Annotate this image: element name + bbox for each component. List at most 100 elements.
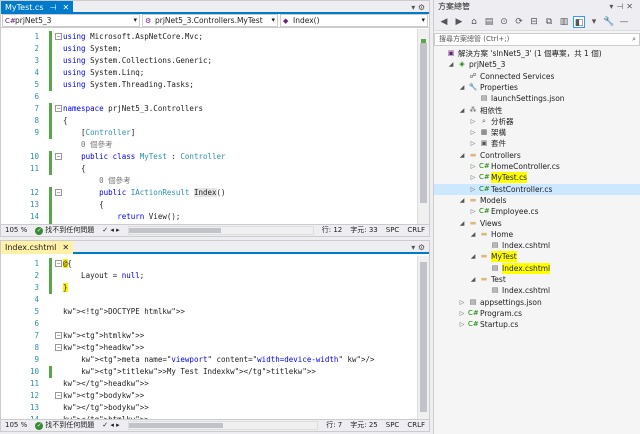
tree-item[interactable]: ☍ Connected Services [434, 71, 640, 82]
pin-icon[interactable]: ⊣ [50, 1, 57, 14]
home-icon[interactable]: ⌂ [468, 16, 480, 28]
project-dropdown[interactable]: C# prjNet5_3 ▾ [2, 14, 140, 27]
tree-item[interactable]: ▤ launchSettings.json [434, 93, 640, 104]
horizontal-scrollbar[interactable] [127, 226, 314, 235]
expand-arrow-icon[interactable]: ◢ [469, 229, 477, 240]
vertical-scrollbar[interactable] [417, 29, 429, 225]
reference-count-lens[interactable]: 0 個參考 [1, 175, 417, 187]
tree-item[interactable]: ▷ C# MyTest.cs [434, 172, 640, 184]
tab-index-cshtml[interactable]: Index.cshtml ✕ [1, 241, 74, 254]
scrollbar-thumb[interactable] [420, 262, 427, 412]
expand-arrow-icon[interactable]: ◢ [458, 195, 466, 206]
scrollbar-thumb[interactable] [128, 228, 221, 233]
tree-item[interactable]: ▤ Index.cshtml [434, 240, 640, 251]
tree-item[interactable]: ◢ ▬ Models [434, 195, 640, 206]
tree-item[interactable]: ▷ C# HomeController.cs [434, 161, 640, 172]
tab-mytest-cs[interactable]: MyTest.cs ⊣ ✕ [1, 1, 74, 14]
tree-item-label: Index.cshtml [502, 286, 551, 296]
solution-search-input[interactable]: 搜尋方案總管 (Ctrl+;) ⌕ [434, 33, 640, 46]
collapsed-arrow-icon[interactable]: ▷ [469, 138, 477, 149]
tree-item[interactable]: ◢ ▬ Home [434, 229, 640, 240]
expand-arrow-icon[interactable]: ◢ [458, 82, 466, 93]
code-text: using Microsoft.AspNetCore.Mvc; [63, 32, 203, 41]
expand-arrow-icon[interactable]: ◢ [458, 150, 466, 161]
expand-arrow-icon[interactable]: ◢ [447, 59, 455, 70]
reference-count-lens[interactable]: 0 個參考 [1, 139, 417, 151]
tree-item[interactable]: ▷ ⌕ 分析器 [434, 116, 640, 127]
settings-icon[interactable]: ▾ ⚙ [411, 241, 425, 254]
collapsed-arrow-icon[interactable]: ▷ [469, 127, 477, 138]
nav-arrows-icon[interactable]: ✓ ◂ ▸ [98, 225, 123, 236]
tree-item[interactable]: ▣ 解決方案 'slnNet5_3' (1 個專案，共 1 個) [434, 48, 640, 59]
tree-item[interactable]: ◢ ⁂ 相依性 [434, 105, 640, 116]
collapse-icon[interactable]: − [55, 260, 62, 267]
tree-item[interactable]: ◢ ▬ MyTest [434, 251, 640, 263]
dropdown-icon[interactable]: ▾ [588, 16, 600, 28]
collapsed-arrow-icon[interactable]: ▷ [469, 161, 477, 172]
expand-arrow-icon[interactable]: ◢ [458, 105, 466, 116]
expand-arrow-icon[interactable]: ◢ [458, 218, 466, 229]
code-area[interactable]: 1− using Microsoft.AspNetCore.Mvc; 2 using … [1, 29, 417, 225]
collapsed-arrow-icon[interactable]: ▷ [458, 308, 466, 319]
scrollbar-thumb[interactable] [420, 43, 427, 203]
code-area[interactable]: 1− @{2 Layout = null; 3} 4 5 kw"><!tg">DOCTYP… [1, 256, 417, 420]
close-icon[interactable]: ✕ [62, 1, 69, 14]
preview-selected-icon[interactable]: ◧ [573, 15, 585, 28]
settings-icon[interactable]: ▾ ⚙ [411, 1, 425, 14]
properties-wrench-icon[interactable]: 🔧 [603, 16, 615, 28]
tree-item[interactable]: ▷ C# Employee.cs [434, 206, 640, 217]
copy-icon[interactable]: ⧉ [543, 16, 555, 28]
vertical-scrollbar[interactable] [417, 256, 429, 420]
collapsed-arrow-icon[interactable]: ▷ [469, 184, 477, 195]
switch-views-icon[interactable]: ▤ [483, 16, 495, 28]
collapse-icon[interactable]: − [55, 392, 62, 399]
tree-item[interactable]: ▷ ▦ 架構 [434, 127, 640, 138]
code-line: 7 − kw"><tg">htmlkw">> [1, 330, 417, 342]
tree-item[interactable]: ▤ Index.cshtml [434, 262, 640, 274]
folder-icon: ▬ [469, 150, 477, 159]
window-controls-icon[interactable]: ▾⊣✕ [609, 0, 636, 13]
expand-arrow-icon[interactable]: ◢ [469, 251, 477, 262]
pin-icon[interactable]: — [618, 16, 630, 28]
scrollbar-thumb[interactable] [128, 423, 223, 428]
expand-arrow-icon[interactable]: ◢ [469, 274, 477, 285]
member-dropdown-value: Index() [293, 16, 320, 25]
class-dropdown[interactable]: ⚙ prjNet5_3.Controllers.MyTest ▾ [142, 14, 278, 27]
tree-item[interactable]: ▷ ▤ appsettings.json [434, 297, 640, 308]
collapse-icon[interactable]: − [55, 344, 62, 351]
collapsed-arrow-icon[interactable]: ▷ [458, 319, 466, 330]
forward-icon[interactable]: ▶ [453, 16, 465, 28]
collapse-icon[interactable]: − [55, 189, 62, 196]
tree-item[interactable]: ▷ C# Program.cs [434, 308, 640, 319]
collapse-icon[interactable]: − [55, 33, 62, 40]
collapse-icon[interactable]: − [55, 332, 62, 339]
tree-item[interactable]: ◢ ▬ Views [434, 218, 640, 229]
collapsed-arrow-icon[interactable]: ▷ [469, 172, 477, 183]
tree-item[interactable]: ▤ Index.cshtml [434, 285, 640, 296]
tree-item[interactable]: ▷ C# TestController.cs [434, 183, 640, 195]
sync-icon[interactable]: ⟳ [513, 16, 525, 28]
tree-item[interactable]: ◢ ▬ Test [434, 274, 640, 285]
collapse-all-icon[interactable]: ⊟ [528, 16, 540, 28]
zoom-level[interactable]: 105 % [1, 225, 31, 236]
back-icon[interactable]: ◀ [438, 16, 450, 28]
tree-item[interactable]: ◢ 🔧 Properties [434, 82, 640, 93]
collapsed-arrow-icon[interactable]: ▷ [469, 116, 477, 127]
tree-item[interactable]: ▷ ▣ 套件 [434, 138, 640, 149]
show-all-files-icon[interactable]: ▥ [558, 16, 570, 28]
collapse-icon[interactable]: − [55, 153, 62, 160]
zoom-level[interactable]: 105 % [1, 420, 31, 431]
member-dropdown[interactable]: ◆ Index() ▾ [280, 14, 428, 27]
tree-item[interactable]: ◢ ◈ prjNet5_3 [434, 59, 640, 70]
tree-item[interactable]: ▷ C# Startup.cs [434, 319, 640, 330]
chevron-down-icon: ▾ [133, 16, 137, 24]
nav-arrows-icon[interactable]: ✓ ◂ ▸ [98, 420, 123, 431]
close-icon[interactable]: ✕ [62, 241, 69, 254]
collapse-icon[interactable]: − [55, 105, 62, 112]
collapsed-arrow-icon[interactable]: ▷ [469, 206, 477, 217]
tree-item[interactable]: ◢ ▬ Controllers [434, 150, 640, 161]
tree-item-label: 分析器 [491, 116, 514, 126]
horizontal-scrollbar[interactable] [127, 421, 319, 430]
collapsed-arrow-icon[interactable]: ▷ [458, 297, 466, 308]
pending-changes-icon[interactable]: ⊙ [498, 16, 510, 28]
